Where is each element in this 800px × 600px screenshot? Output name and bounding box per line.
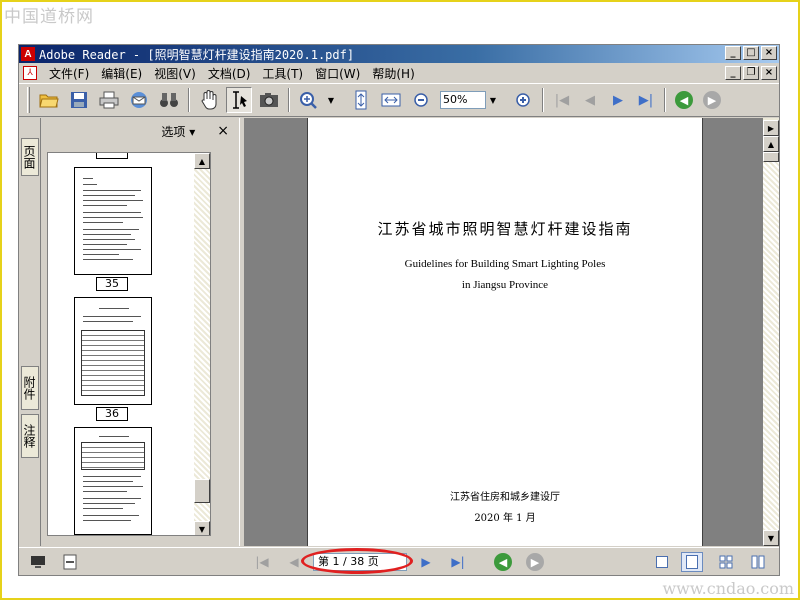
document-scrollbar[interactable]: ▶ ▲ ▼ [763,118,779,546]
document-properties-icon[interactable] [61,553,79,571]
thumbnail-page-label-35: 35 [96,277,128,291]
zoom-level-input[interactable]: 50% [440,91,486,109]
menu-edit[interactable]: 编辑(E) [95,65,148,82]
toolbar-grip[interactable] [27,87,30,113]
options-menu-button[interactable]: 选项 ▾ [161,123,195,140]
email-icon[interactable] [126,87,152,113]
menu-tools[interactable]: 工具(T) [256,65,309,82]
zoom-level-dropdown[interactable]: ▼ [486,91,500,109]
continuous-view-icon[interactable] [681,552,703,572]
doc-close-button[interactable]: × [761,66,777,80]
zoom-in-icon[interactable] [510,87,536,113]
status-bar: |◀ ◀ 第 1 / 38 页 ▶ ▶| ◀ ▶ [19,547,779,575]
split-view-arrow[interactable]: ▶ [763,120,779,136]
toolbar-separator [542,88,544,112]
page-thumbnail-37[interactable] [74,427,152,535]
toolbar: ▼ 50% ▼ |◀ ◀ ▶ ▶| ◀ ▶ [19,83,779,117]
pdf-document-icon[interactable]: ⅄ [23,66,37,80]
doc-scrollbar-thumb[interactable] [763,152,779,162]
save-icon[interactable] [66,87,92,113]
menu-document[interactable]: 文档(D) [202,65,257,82]
page-thumbnail-35[interactable] [74,167,152,275]
go-back-icon[interactable]: ◀ [675,91,693,109]
document-title-en-line2: in Jiangsu Province [461,279,549,291]
toolbar-separator [188,88,190,112]
status-last-page-icon[interactable]: ▶| [449,553,467,571]
tab-attachments[interactable]: 附件 [21,366,39,410]
maximize-button[interactable]: □ [743,46,759,60]
document-view: 江苏省城市照明智慧灯杆建设指南 Guidelines for Building … [245,118,763,546]
menu-help[interactable]: 帮助(H) [366,65,420,82]
minimize-button[interactable]: _ [725,46,741,60]
doc-restore-button[interactable]: ❐ [743,66,759,80]
thumbnail-scrollbar[interactable]: ▲ ▼ [194,153,210,535]
document-department: 江苏省住房和城乡建设厅 [450,492,560,503]
toolbar-separator [288,88,290,112]
status-next-page-icon[interactable]: ▶ [417,553,435,571]
go-forward-icon[interactable]: ▶ [703,91,721,109]
menu-bar: ⅄ 文件(F) 编辑(E) 视图(V) 文档(D) 工具(T) 窗口(W) 帮助… [19,64,779,82]
thumbnail-page-label-34 [96,153,128,159]
hand-tool-icon[interactable] [196,87,222,113]
last-page-icon[interactable]: ▶| [635,89,657,111]
title-bar: A Adobe Reader - [照明智慧灯杆建设指南2020.1.pdf] … [19,45,779,63]
doc-scroll-up-arrow[interactable]: ▲ [763,136,779,152]
highlight-ellipse [301,548,413,574]
watermark-bottom: www.cndao.com [662,579,794,598]
adobe-reader-icon: A [21,47,35,61]
thumbnail-page-label-36: 36 [96,407,128,421]
scroll-down-arrow[interactable]: ▼ [194,521,210,535]
fit-height-icon[interactable] [348,87,374,113]
open-folder-icon[interactable] [36,87,62,113]
document-title-cn: 江苏省城市照明智慧灯杆建设指南 [377,220,633,238]
zoom-in-tool-icon[interactable] [296,87,322,113]
nav-pane-header: 选项 ▾ × [41,118,239,144]
window-title: Adobe Reader - [照明智慧灯杆建设指南2020.1.pdf] [39,47,355,62]
document-page: 江苏省城市照明智慧灯杆建设指南 Guidelines for Building … [307,118,703,546]
toolbar-separator [664,88,666,112]
menu-window[interactable]: 窗口(W) [309,65,366,82]
status-first-page-icon[interactable]: |◀ [253,553,271,571]
close-button[interactable]: × [761,46,777,60]
next-page-icon[interactable]: ▶ [607,89,629,111]
facing-view-icon[interactable] [715,552,737,572]
fit-width-icon[interactable] [378,87,404,113]
scroll-up-arrow[interactable]: ▲ [194,153,210,169]
app-window: A Adobe Reader - [照明智慧灯杆建设指南2020.1.pdf] … [18,44,780,576]
tab-pages[interactable]: 页面 [21,138,39,176]
menu-file[interactable]: 文件(F) [43,65,95,82]
document-date: 2020 年 1 月 [474,513,536,524]
zoom-out-icon[interactable] [408,87,434,113]
print-icon[interactable] [96,87,122,113]
status-go-forward-icon[interactable]: ▶ [526,553,544,571]
pages-navigation-pane: 选项 ▾ × 35 36 ▲ ▼ [41,118,239,546]
thumbnail-list: 35 36 ▲ ▼ [47,152,211,536]
first-page-icon[interactable]: |◀ [551,89,573,111]
select-text-tool-icon[interactable] [226,87,252,113]
side-tab-strip: 页面 附件 注释 [19,118,41,546]
document-title-en-line1: Guidelines for Building Smart Lighting P… [404,258,606,270]
monitor-icon[interactable] [29,553,47,571]
page-thumbnail-36[interactable] [74,297,152,405]
continuous-facing-view-icon[interactable] [747,552,769,572]
nav-pane-close-button[interactable]: × [217,123,229,139]
tab-comments[interactable]: 注释 [21,414,39,458]
menu-view[interactable]: 视图(V) [148,65,202,82]
single-page-view-icon[interactable] [651,552,673,572]
doc-minimize-button[interactable]: _ [725,66,741,80]
scrollbar-thumb[interactable] [194,479,210,503]
status-go-back-icon[interactable]: ◀ [494,553,512,571]
search-binoculars-icon[interactable] [156,87,182,113]
zoom-tool-dropdown[interactable]: ▼ [324,91,338,109]
watermark-top: 中国道桥网 [4,7,94,27]
previous-page-icon[interactable]: ◀ [579,89,601,111]
snapshot-camera-icon[interactable] [256,87,282,113]
doc-scroll-down-arrow[interactable]: ▼ [763,530,779,546]
